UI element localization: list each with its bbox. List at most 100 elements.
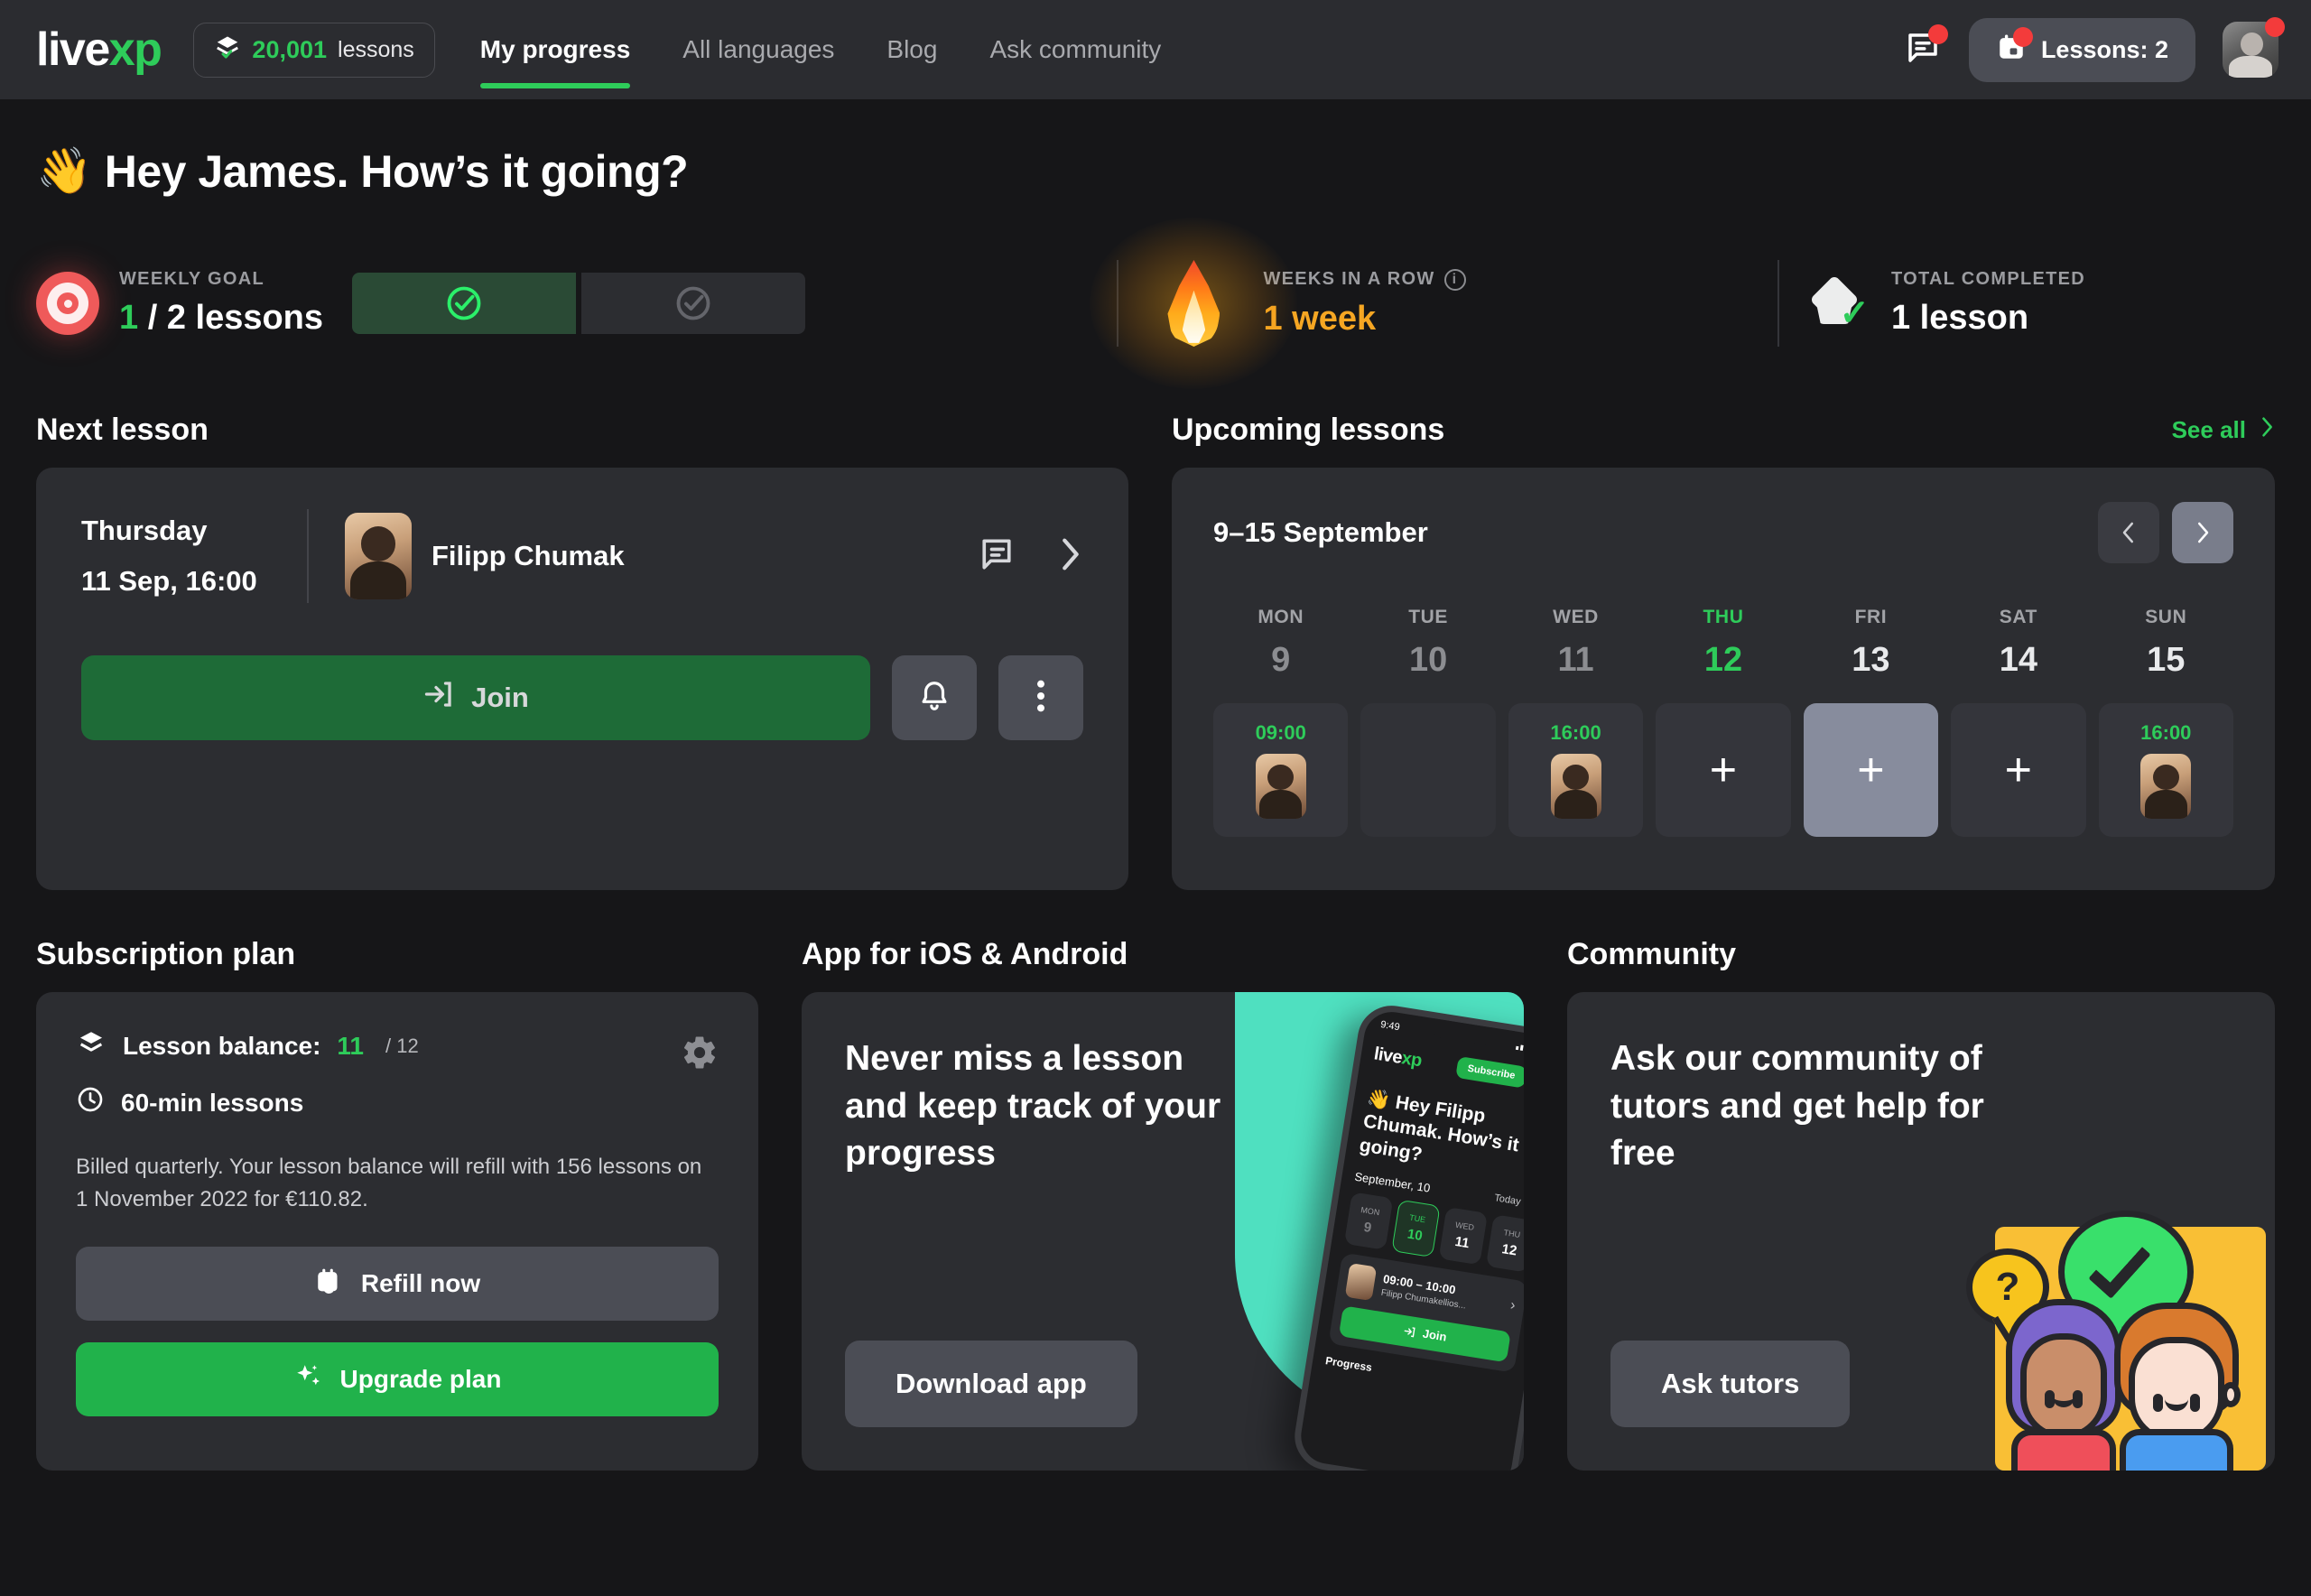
lesson-duration-label: 60-min lessons	[121, 1088, 304, 1117]
refill-now-button[interactable]: Refill now	[76, 1247, 719, 1321]
slot-time: 16:00	[1550, 721, 1601, 744]
slot-fri-add-highlighted[interactable]: +	[1803, 703, 1939, 837]
slot-wed-booked[interactable]: 16:00	[1508, 703, 1644, 837]
chat-icon[interactable]	[977, 534, 1016, 579]
phone-dow: MON	[1360, 1204, 1381, 1218]
nav-item-blog[interactable]: Blog	[886, 0, 937, 99]
calendar-icon-wrap	[1996, 26, 2033, 69]
phone-dow: TUE	[1408, 1212, 1426, 1225]
phone-daynum: 12	[1500, 1240, 1518, 1259]
reminder-button[interactable]	[892, 655, 977, 740]
phone-day-tue-selected: TUE 10	[1391, 1199, 1441, 1257]
nav-item-ask-community[interactable]: Ask community	[989, 0, 1161, 99]
slot-mon-booked[interactable]: 09:00	[1213, 703, 1349, 837]
calendar-refresh-icon	[314, 1266, 345, 1303]
day-number: 13	[1852, 641, 1890, 679]
nav-item-my-progress[interactable]: My progress	[479, 0, 630, 99]
phone-daynum: 10	[1406, 1226, 1424, 1244]
day-number: 14	[1999, 641, 2037, 679]
weekday-col-sun: SUN 15	[2099, 607, 2233, 680]
lesson-balance-row: Lesson balance: 11 / 12	[76, 1028, 719, 1063]
lesson-balance-total: / 12	[385, 1034, 419, 1057]
slot-time: 09:00	[1255, 721, 1306, 744]
more-options-button[interactable]	[998, 655, 1083, 740]
subscription-header: Subscription plan	[36, 937, 758, 972]
check-circle-outline-icon	[676, 286, 710, 320]
subscription-settings-button[interactable]	[681, 1034, 719, 1076]
weekday-col-thu: THU 12	[1656, 607, 1790, 680]
next-lesson-day: Thursday	[81, 515, 208, 546]
community-section: Community Ask our community of tutors an…	[1567, 937, 2275, 1471]
upgrade-plan-label: Upgrade plan	[339, 1365, 502, 1393]
phone-lesson-avatar	[1344, 1262, 1378, 1301]
lesson-balance-label: Lesson balance:	[123, 1031, 321, 1060]
more-vertical-icon	[1035, 678, 1046, 719]
next-lesson-card: Thursday 11 Sep, 16:00 Filipp Chumak Joi…	[36, 468, 1128, 890]
upgrade-plan-button[interactable]: Upgrade plan	[76, 1342, 719, 1416]
weekday-col-sat: SAT 14	[1951, 607, 2085, 680]
ask-tutors-button[interactable]: Ask tutors	[1610, 1341, 1851, 1427]
weekday-headers: MON 9 TUE 10 WED 11 THU 12 FRI 13 SAT 14…	[1213, 607, 2233, 680]
lesson-balance-value: 11	[337, 1031, 365, 1060]
graduation-cap-check-icon: ✓	[1805, 274, 1871, 331]
next-lesson-header: Next lesson	[36, 413, 1128, 448]
upcoming-title: Upcoming lessons	[1172, 413, 1445, 447]
user-avatar-button[interactable]	[2223, 17, 2285, 78]
next-lesson-datetime: Thursday 11 Sep, 16:00	[81, 515, 307, 598]
see-all-label: See all	[2171, 416, 2246, 443]
slot-tue-empty[interactable]	[1360, 703, 1496, 837]
stats-strip: WEEKLY GOAL 1 / 2 lessons WEEKS IN A ROW…	[36, 218, 2275, 389]
chevron-left-icon	[2122, 522, 2133, 543]
join-button-label: Join	[471, 682, 529, 713]
nav-item-all-languages[interactable]: All languages	[682, 0, 834, 99]
wave-emoji: 👋	[36, 145, 92, 196]
next-lesson-date: 11 Sep, 16:00	[81, 565, 257, 597]
app-promo-section: App for iOS & Android 9:49 livexp Subscr…	[802, 937, 1524, 1471]
notification-dot	[1927, 23, 1948, 44]
tutor-name: Filipp Chumak	[432, 540, 625, 571]
phone-logo-xp: xp	[1400, 1047, 1424, 1071]
app-header: livexp 20,001 lessons My progress All la…	[0, 0, 2311, 99]
phone-daynum: 9	[1362, 1219, 1373, 1236]
lessons-button[interactable]: Lessons: 2	[1968, 17, 2195, 82]
stat-weeks-in-a-row: WEEKS IN A ROW i 1 week	[1090, 218, 1466, 389]
billing-info-text: Billed quarterly. Your lesson balance wi…	[76, 1155, 702, 1211]
dow-label: TUE	[1408, 607, 1449, 627]
phone-logo-live: live	[1372, 1043, 1404, 1068]
dow-label: FRI	[1854, 607, 1888, 627]
goal-segment-pending	[581, 273, 806, 334]
dow-label: WED	[1553, 607, 1599, 627]
join-button[interactable]: Join	[81, 655, 870, 740]
day-slots: 09:00 16:00 + + + 16:00	[1213, 703, 2233, 837]
info-icon[interactable]: i	[1443, 268, 1466, 291]
chevron-right-icon[interactable]	[1056, 534, 1083, 580]
phone-day-thu: THU 12	[1485, 1213, 1524, 1273]
dow-label: SAT	[1999, 607, 2037, 627]
weekday-col-wed: WED 11	[1508, 607, 1643, 680]
lessons-count-pill[interactable]: 20,001 lessons	[193, 22, 435, 78]
weekly-goal-total: / 2 lessons	[138, 299, 324, 337]
livexp-logo[interactable]: livexp	[36, 26, 162, 73]
plus-icon: +	[1709, 743, 1738, 796]
slot-sat-add[interactable]: +	[1951, 703, 2086, 837]
total-completed-value: 1 lesson	[1890, 299, 2029, 337]
phone-time: 9:49	[1379, 1019, 1401, 1034]
enter-icon	[1404, 1327, 1415, 1338]
next-week-button[interactable]	[2172, 502, 2233, 563]
slot-sun-booked[interactable]: 16:00	[2098, 703, 2233, 837]
upcoming-lessons-section: Upcoming lessons See all 9–15 September	[1172, 413, 2275, 890]
next-lesson-divider	[307, 509, 309, 603]
slot-thu-add[interactable]: +	[1656, 703, 1791, 837]
next-lesson-section: Next lesson Thursday 11 Sep, 16:00 Filip…	[36, 413, 1128, 890]
subscription-title: Subscription plan	[36, 937, 296, 971]
phone-join-label: Join	[1421, 1326, 1448, 1344]
chat-button[interactable]	[1904, 23, 1948, 71]
see-all-link[interactable]: See all	[2172, 414, 2275, 446]
prev-week-button[interactable]	[2098, 502, 2159, 563]
weekly-goal-value: 1 / 2 lessons	[119, 299, 323, 338]
upcoming-header: Upcoming lessons See all	[1172, 413, 2275, 448]
download-app-button[interactable]: Download app	[845, 1341, 1137, 1427]
lessons-count: 20,001	[252, 35, 328, 63]
calendar-notification-dot	[2012, 26, 2033, 47]
next-lesson-tutor[interactable]: Filipp Chumak	[345, 513, 625, 599]
